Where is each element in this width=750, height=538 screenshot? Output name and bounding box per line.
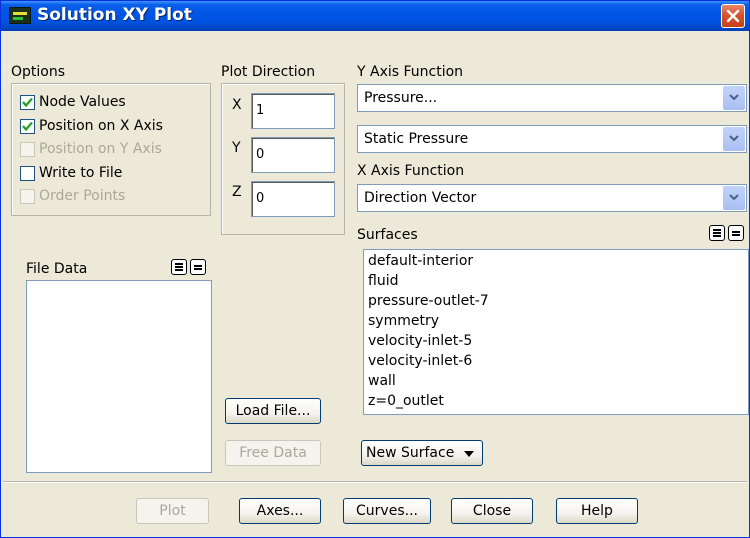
node-values-checkbox[interactable] bbox=[20, 95, 35, 110]
y-axis-subfunction-select[interactable]: Static Pressure bbox=[357, 125, 747, 153]
title-bar[interactable]: Solution XY Plot bbox=[1, 1, 749, 31]
y-direction-label: Y bbox=[232, 140, 241, 156]
options-label: Options bbox=[11, 64, 66, 80]
write-to-file-label: Write to File bbox=[39, 165, 123, 181]
x-axis-function-value: Direction Vector bbox=[364, 190, 477, 206]
list-item[interactable]: velocity-inlet-6 bbox=[368, 353, 472, 369]
chevron-down-icon bbox=[729, 135, 739, 142]
y-axis-function-select[interactable]: Pressure... bbox=[357, 84, 747, 112]
list-item[interactable]: pressure-outlet-7 bbox=[368, 293, 489, 309]
z-direction-input[interactable]: 0 bbox=[251, 181, 335, 217]
window-title: Solution XY Plot bbox=[37, 5, 192, 25]
z-direction-label: Z bbox=[232, 184, 242, 200]
x-axis-function-select[interactable]: Direction Vector bbox=[357, 184, 747, 212]
position-on-y-axis-checkbox[interactable] bbox=[20, 142, 35, 157]
list-item[interactable]: fluid bbox=[368, 273, 398, 289]
y-direction-input[interactable]: 0 bbox=[251, 137, 335, 173]
surfaces-label: Surfaces bbox=[357, 227, 418, 243]
y-axis-function-value: Pressure... bbox=[364, 90, 438, 106]
solution-xy-plot-dialog: Solution XY Plot Options Node Values Pos… bbox=[0, 0, 750, 538]
free-data-button[interactable]: Free Data bbox=[225, 440, 321, 466]
position-on-x-axis-checkbox[interactable] bbox=[20, 119, 35, 134]
list-item[interactable]: symmetry bbox=[368, 313, 439, 329]
x-axis-function-dropdown-button[interactable] bbox=[723, 186, 745, 210]
surfaces-deselect-all-button[interactable] bbox=[728, 225, 744, 241]
load-file-button[interactable]: Load File... bbox=[225, 398, 321, 424]
list-item[interactable]: wall bbox=[368, 373, 396, 389]
order-points-checkbox[interactable] bbox=[20, 189, 35, 204]
new-surface-button[interactable]: New Surface bbox=[361, 440, 483, 466]
file-data-deselect-all-button[interactable] bbox=[190, 259, 206, 275]
close-window-button[interactable] bbox=[721, 4, 745, 28]
position-on-y-axis-label: Position on Y Axis bbox=[39, 141, 162, 157]
x-axis-function-label: X Axis Function bbox=[357, 163, 465, 179]
order-points-label: Order Points bbox=[39, 188, 126, 204]
node-values-label: Node Values bbox=[39, 94, 126, 110]
close-icon bbox=[726, 9, 740, 23]
curves-button[interactable]: Curves... bbox=[343, 498, 431, 524]
y-axis-function-dropdown-button[interactable] bbox=[723, 86, 745, 110]
chevron-down-icon bbox=[729, 194, 739, 201]
surfaces-select-all-button[interactable] bbox=[709, 225, 725, 241]
file-data-list[interactable] bbox=[26, 280, 212, 473]
app-icon bbox=[9, 7, 31, 24]
list-item[interactable]: velocity-inlet-5 bbox=[368, 333, 472, 349]
axes-button[interactable]: Axes... bbox=[239, 498, 321, 524]
x-direction-label: X bbox=[232, 97, 242, 113]
plot-button[interactable]: Plot bbox=[136, 498, 209, 524]
y-axis-subfunction-dropdown-button[interactable] bbox=[723, 127, 745, 151]
help-button[interactable]: Help bbox=[556, 498, 638, 524]
file-data-select-all-button[interactable] bbox=[171, 259, 187, 275]
chevron-down-icon bbox=[729, 94, 739, 101]
check-icon bbox=[22, 97, 33, 108]
close-button[interactable]: Close bbox=[451, 498, 533, 524]
new-surface-label: New Surface bbox=[366, 445, 455, 461]
surfaces-list[interactable]: default-interior fluid pressure-outlet-7… bbox=[363, 249, 749, 415]
write-to-file-checkbox[interactable] bbox=[20, 166, 35, 181]
position-on-x-axis-label: Position on X Axis bbox=[39, 118, 163, 134]
footer-divider bbox=[3, 481, 747, 483]
y-axis-subfunction-value: Static Pressure bbox=[364, 131, 469, 147]
file-data-label: File Data bbox=[26, 261, 88, 277]
triangle-down-icon bbox=[464, 451, 474, 457]
check-icon bbox=[22, 121, 33, 132]
plot-direction-label: Plot Direction bbox=[221, 64, 316, 80]
list-item[interactable]: z=0_outlet bbox=[368, 393, 444, 409]
list-item[interactable]: default-interior bbox=[368, 253, 473, 269]
y-axis-function-label: Y Axis Function bbox=[357, 64, 464, 80]
x-direction-input[interactable]: 1 bbox=[251, 93, 335, 129]
